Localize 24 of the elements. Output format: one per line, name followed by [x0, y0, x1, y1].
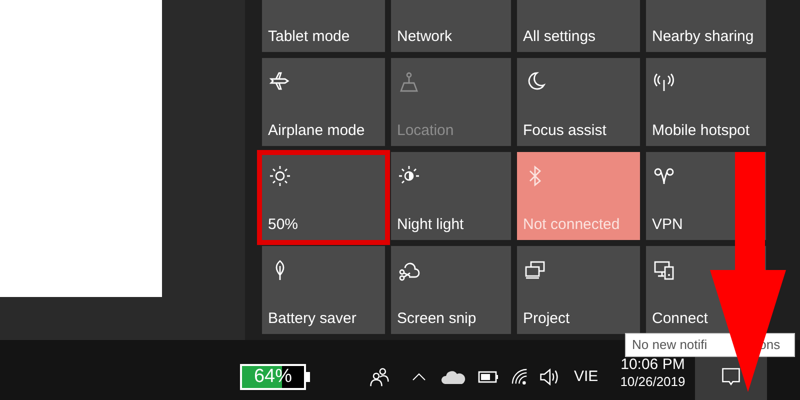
- clock[interactable]: 10:06 PM 10/26/2019: [620, 356, 686, 390]
- quick-action-tile[interactable]: Screen snip: [391, 246, 511, 334]
- speaker-icon[interactable]: [538, 367, 560, 387]
- quick-action-tile[interactable]: Focus assist: [517, 58, 640, 146]
- quick-action-tile[interactable]: Night light: [391, 152, 511, 240]
- tooltip-text: No new notifi: [632, 336, 708, 354]
- quick-action-tile[interactable]: Network: [391, 0, 511, 52]
- clock-time: 10:06 PM: [620, 356, 685, 374]
- speech-bubble-icon: [720, 366, 742, 388]
- quick-action-tile[interactable]: Battery saver: [262, 246, 385, 334]
- quick-action-tile[interactable]: Nearby sharing: [646, 0, 766, 52]
- quick-action-tile[interactable]: All settings: [517, 0, 640, 52]
- quick-action-tile[interactable]: 50%: [262, 152, 385, 240]
- cloud-icon[interactable]: [440, 368, 466, 386]
- sun-icon: [268, 164, 292, 188]
- language-indicator[interactable]: VIE: [574, 366, 598, 388]
- map-pin-icon: [397, 70, 421, 94]
- people-icon[interactable]: [368, 366, 390, 388]
- clock-date: 10/26/2019: [620, 374, 686, 390]
- quick-action-tile[interactable]: Project: [517, 246, 640, 334]
- quick-action-tile[interactable]: Mobile hotspot: [646, 58, 766, 146]
- battery-icon[interactable]: [478, 370, 500, 384]
- quick-action-tile[interactable]: Airplane mode: [262, 58, 385, 146]
- quick-action-tile[interactable]: Tablet mode: [262, 0, 385, 52]
